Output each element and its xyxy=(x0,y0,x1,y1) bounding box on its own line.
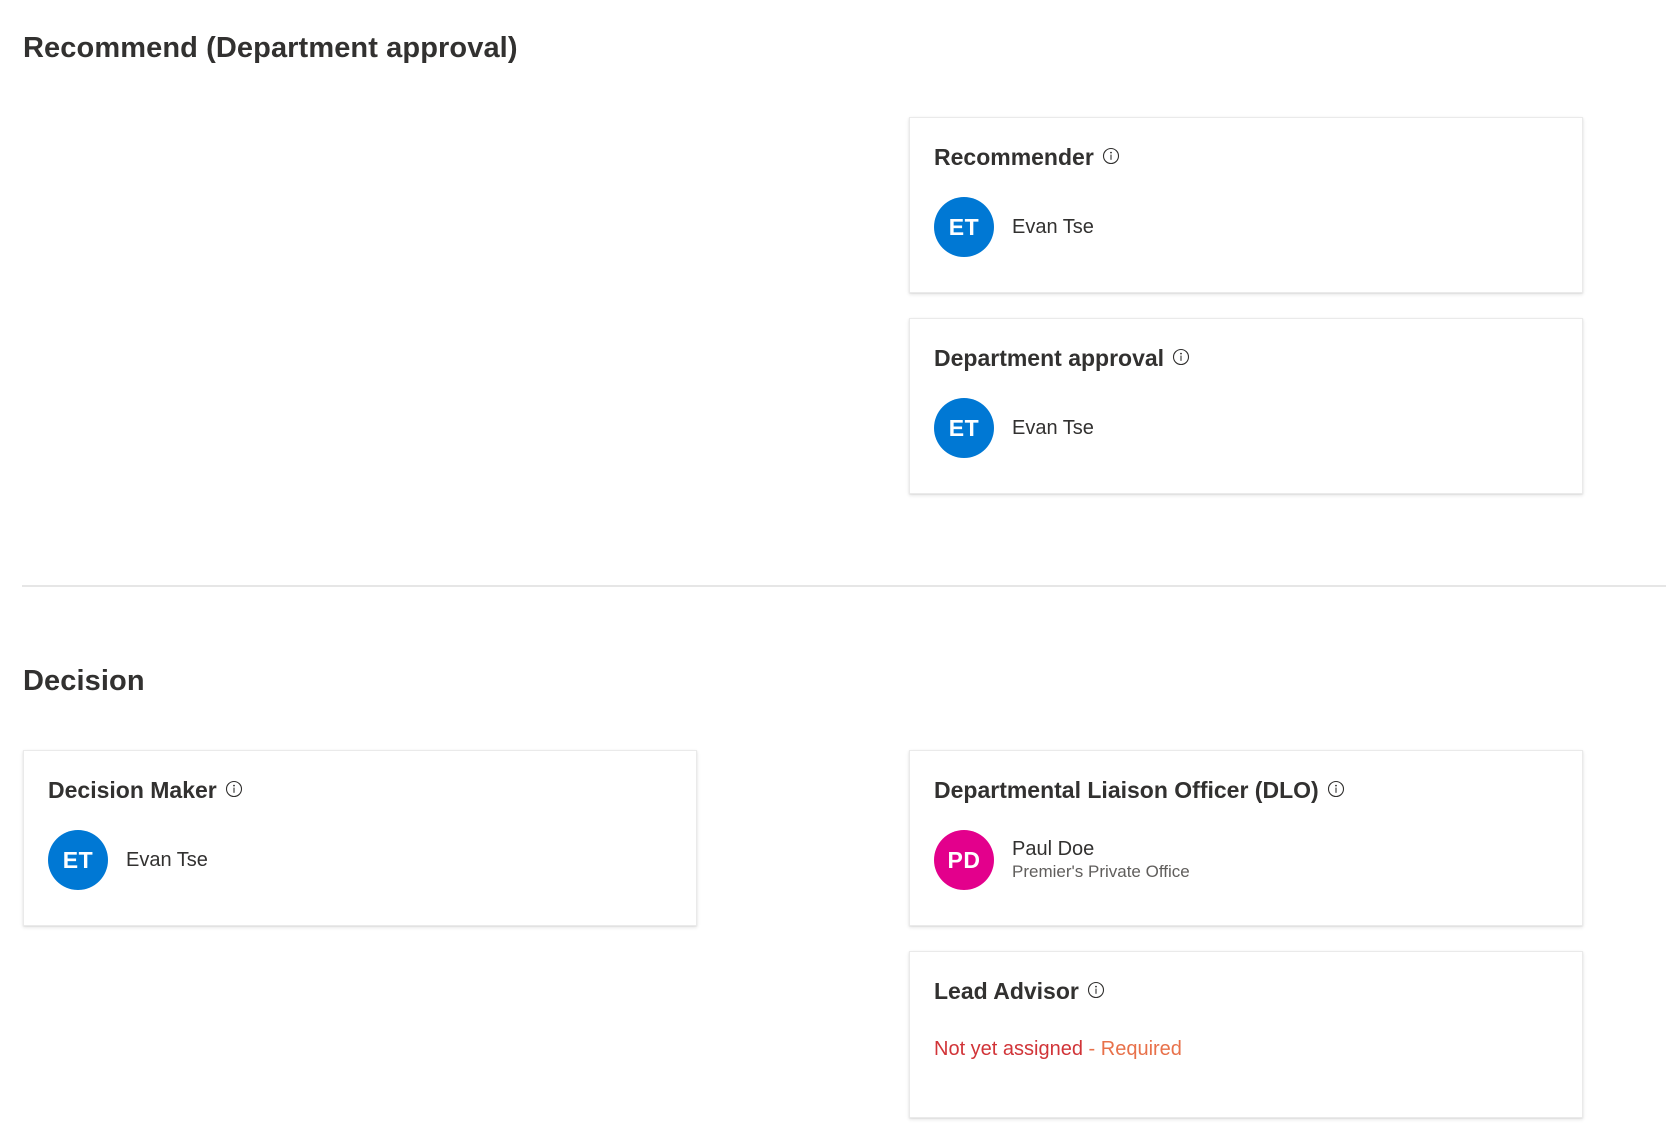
avatar: ET xyxy=(48,830,108,890)
info-icon[interactable] xyxy=(1327,780,1345,798)
page: Recommend (Department approval) Recommen… xyxy=(0,0,1666,1135)
info-icon[interactable] xyxy=(1172,348,1190,366)
avatar: ET xyxy=(934,197,994,257)
info-icon[interactable] xyxy=(1087,981,1105,999)
avatar: PD xyxy=(934,830,994,890)
decision-section-title: Decision xyxy=(23,665,145,697)
recommender-card-title: Recommender xyxy=(934,144,1094,170)
persona-name: Paul Doe xyxy=(1012,838,1095,860)
persona-name: Evan Tse xyxy=(126,849,208,871)
info-icon[interactable] xyxy=(1102,147,1120,165)
recommender-card-header: Recommender xyxy=(934,146,1120,169)
lead-advisor-status[interactable]: Not yet assigned - Required xyxy=(934,1038,1182,1061)
section-divider xyxy=(22,585,1666,587)
department-approval-card: Department approval ET Evan Tse xyxy=(909,318,1583,494)
info-icon[interactable] xyxy=(225,780,243,798)
recommender-card: Recommender ET Evan Tse xyxy=(909,117,1583,293)
persona-subtitle: Premier's Private Office xyxy=(1012,862,1190,881)
unassigned-text: Not yet assigned xyxy=(934,1038,1083,1060)
required-indicator: - Required xyxy=(1082,1038,1182,1060)
decision-maker-card: Decision Maker ET Evan Tse xyxy=(23,750,697,926)
recommend-section-title: Recommend (Department approval) xyxy=(23,32,518,64)
lead-advisor-card-header: Lead Advisor xyxy=(934,980,1105,1003)
dlo-card: Departmental Liaison Officer (DLO) PD Pa… xyxy=(909,750,1583,926)
avatar: ET xyxy=(934,398,994,458)
dlo-persona[interactable]: PD Paul Doe Premier's Private Office xyxy=(934,830,1190,890)
persona-name: Evan Tse xyxy=(1012,216,1094,238)
recommender-persona[interactable]: ET Evan Tse xyxy=(934,197,1094,257)
department-approval-card-header: Department approval xyxy=(934,347,1190,370)
dlo-card-header: Departmental Liaison Officer (DLO) xyxy=(934,779,1345,802)
decision-maker-card-header: Decision Maker xyxy=(48,779,243,802)
department-approval-persona[interactable]: ET Evan Tse xyxy=(934,398,1094,458)
decision-maker-card-title: Decision Maker xyxy=(48,777,217,803)
persona-name: Evan Tse xyxy=(1012,417,1094,439)
lead-advisor-card-title: Lead Advisor xyxy=(934,978,1079,1004)
lead-advisor-card: Lead Advisor Not yet assigned - Required xyxy=(909,951,1583,1118)
decision-maker-persona[interactable]: ET Evan Tse xyxy=(48,830,208,890)
department-approval-card-title: Department approval xyxy=(934,345,1165,371)
dlo-card-title: Departmental Liaison Officer (DLO) xyxy=(934,777,1319,803)
